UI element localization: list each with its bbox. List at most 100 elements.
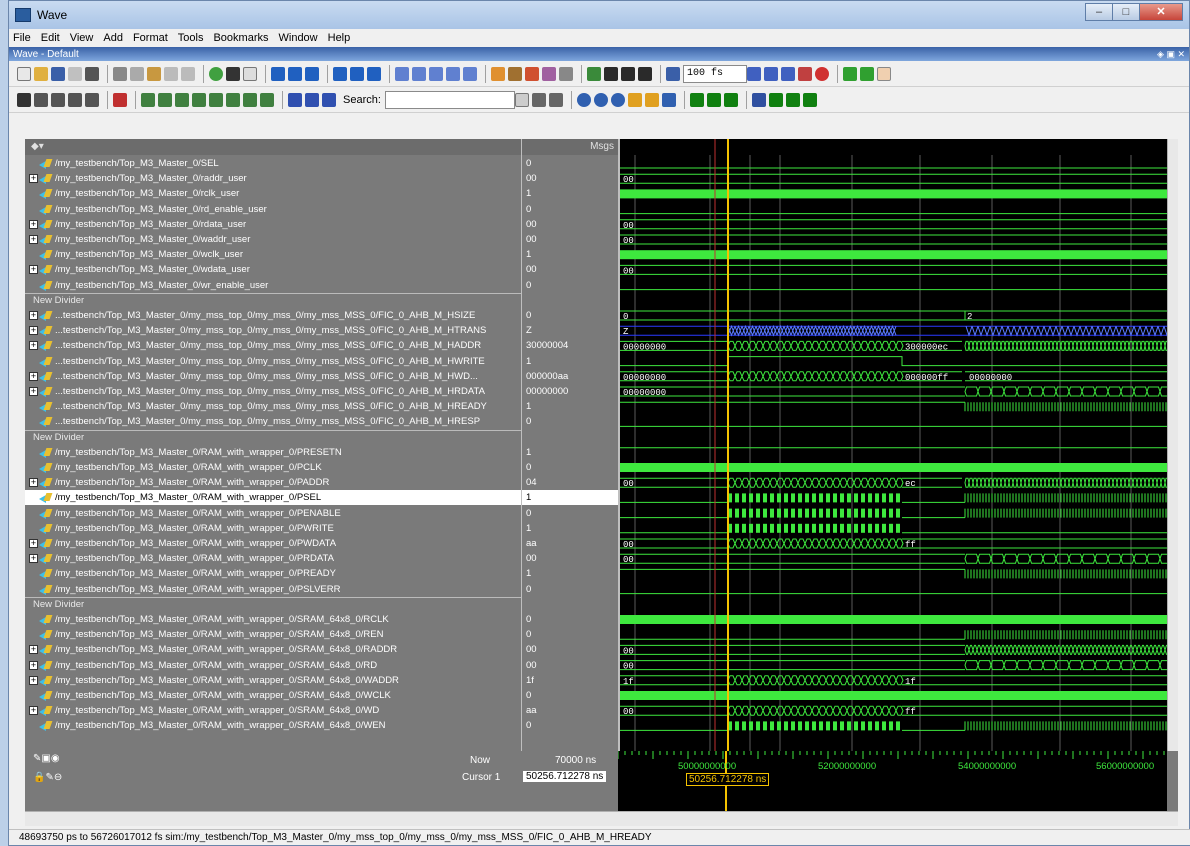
cut-icon[interactable] <box>113 66 127 81</box>
coverage-icon[interactable] <box>542 66 556 81</box>
signal-row[interactable]: + /my_testbench/Top_M3_Master_0/RAM_with_… <box>25 536 521 551</box>
signal-row[interactable]: + ...testbench/Top_M3_Master_0/my_mss_top… <box>25 369 521 384</box>
find-prev-rising-icon[interactable] <box>209 92 223 107</box>
signal-row[interactable]: + /my_testbench/Top_M3_Master_0/RAM_with_… <box>25 673 521 688</box>
delete-cursor-icon[interactable] <box>305 92 319 107</box>
continue-run-icon[interactable] <box>764 66 778 81</box>
signal-row[interactable]: ...testbench/Top_M3_Master_0/my_mss_top_… <box>25 399 521 414</box>
expand-icon[interactable]: + <box>29 219 38 229</box>
signal-row[interactable]: /my_testbench/Top_M3_Master_0/SEL <box>25 156 521 171</box>
expand-icon[interactable]: + <box>29 387 38 396</box>
step-icon[interactable] <box>271 66 285 81</box>
signal-row[interactable]: /my_testbench/Top_M3_Master_0/RAM_with_w… <box>25 460 521 475</box>
signal-row[interactable]: ...testbench/Top_M3_Master_0/my_mss_top_… <box>25 414 521 429</box>
expand-icon[interactable]: + <box>29 265 38 275</box>
run-all-icon[interactable] <box>367 66 381 81</box>
signal-row[interactable]: + ...testbench/Top_M3_Master_0/my_mss_top… <box>25 384 521 399</box>
save-icon[interactable] <box>51 66 65 81</box>
run-all-button-icon[interactable] <box>781 66 795 81</box>
waveform-canvas[interactable]: 000000000 2Z00000000 300000ec0000000000000… <box>620 139 1167 751</box>
cursor-icons[interactable]: 🔒✎⊖ <box>33 772 62 783</box>
print-icon[interactable] <box>85 66 99 81</box>
signal-row[interactable]: /my_testbench/Top_M3_Master_0/rclk_user <box>25 186 521 201</box>
find-next-transition-icon[interactable] <box>260 92 274 107</box>
step-out-icon[interactable] <box>305 66 319 81</box>
run-continue-icon[interactable] <box>463 66 477 81</box>
zoom-full-icon[interactable] <box>610 92 625 107</box>
signal-row[interactable]: + /my_testbench/Top_M3_Master_0/raddr_use… <box>25 171 521 186</box>
select-mode-icon[interactable] <box>17 92 31 107</box>
new-icon[interactable] <box>17 66 31 81</box>
run-length-input[interactable]: 100 fs <box>683 64 747 83</box>
expand-icon[interactable]: + <box>29 478 38 488</box>
cursor-icon[interactable] <box>113 92 127 107</box>
subwindow-controls[interactable]: ◈ ▣ ✕ <box>1157 49 1185 60</box>
run-time-icon[interactable] <box>666 66 680 81</box>
edit-mode-icon[interactable] <box>68 92 82 107</box>
waveform-plot[interactable]: 00 00 00 00 0 2 Z 00000000 300000ec 00000000 00000… <box>618 139 1167 751</box>
open-icon[interactable] <box>34 66 48 81</box>
expand-icon[interactable]: + <box>29 341 38 351</box>
wave-style-1-icon[interactable] <box>689 92 704 107</box>
signal-row[interactable]: + ...testbench/Top_M3_Master_0/my_mss_top… <box>25 323 521 338</box>
compare-icon[interactable] <box>243 66 257 81</box>
up-arrow-icon[interactable] <box>604 66 618 81</box>
copy-icon[interactable] <box>130 66 144 81</box>
signal-row[interactable]: /my_testbench/Top_M3_Master_0/wclk_user <box>25 247 521 262</box>
wave-style-3-icon[interactable] <box>723 92 738 107</box>
run-button-icon[interactable] <box>747 66 761 81</box>
signal-row[interactable]: /my_testbench/Top_M3_Master_0/RAM_with_w… <box>25 506 521 521</box>
hand-icon[interactable] <box>877 66 891 81</box>
signal-row[interactable]: /my_testbench/Top_M3_Master_0/wr_enable_… <box>25 278 521 293</box>
search-prev-icon[interactable] <box>531 92 546 107</box>
wave-style-5-icon[interactable] <box>768 92 783 107</box>
expand-icon[interactable]: + <box>29 235 38 244</box>
wave-style-2-icon[interactable] <box>706 92 721 107</box>
signal-row[interactable]: + /my_testbench/Top_M3_Master_0/RAM_with_… <box>25 475 521 490</box>
search-dropdown-icon[interactable] <box>514 92 529 107</box>
pan-mode-icon[interactable] <box>51 92 65 107</box>
stop-icon[interactable] <box>429 66 443 81</box>
menu-window[interactable]: Window <box>279 32 318 44</box>
menu-tools[interactable]: Tools <box>178 32 204 44</box>
find-next-rising-icon[interactable] <box>226 92 240 107</box>
zoom-region-icon[interactable] <box>644 92 659 107</box>
signal-row[interactable]: /my_testbench/Top_M3_Master_0/RAM_with_w… <box>25 490 521 506</box>
menu-help[interactable]: Help <box>328 32 351 44</box>
zoom-mode-icon[interactable] <box>34 92 48 107</box>
signal-row[interactable]: + /my_testbench/Top_M3_Master_0/RAM_with_… <box>25 658 521 673</box>
assert-icon[interactable] <box>559 66 573 81</box>
signal-row[interactable]: + /my_testbench/Top_M3_Master_0/RAM_with_… <box>25 703 521 718</box>
profile-icon[interactable] <box>525 66 539 81</box>
signal-row[interactable]: + /my_testbench/Top_M3_Master_0/wdata_use… <box>25 262 521 277</box>
reload-icon[interactable] <box>68 66 82 81</box>
signal-row[interactable]: /my_testbench/Top_M3_Master_0/RAM_with_w… <box>25 627 521 642</box>
forward-arrow-icon[interactable] <box>638 66 652 81</box>
divider-row[interactable]: New Divider <box>25 292 521 308</box>
divider-row[interactable]: New Divider <box>25 596 521 612</box>
search-input[interactable] <box>384 90 515 109</box>
back-arrow-icon[interactable] <box>621 66 635 81</box>
signal-row[interactable]: + /my_testbench/Top_M3_Master_0/rdata_use… <box>25 217 521 232</box>
signal-row[interactable]: /my_testbench/Top_M3_Master_0/RAM_with_w… <box>25 688 521 703</box>
wave-style-4-icon[interactable] <box>751 92 766 107</box>
expand-icon[interactable]: + <box>29 660 38 670</box>
divider-row[interactable]: New Divider <box>25 429 521 445</box>
menu-edit[interactable]: Edit <box>41 32 60 44</box>
expand-icon[interactable]: + <box>29 371 38 381</box>
expand-icon[interactable]: + <box>29 645 38 655</box>
vertical-scrollbar[interactable] <box>1167 139 1178 751</box>
break-icon[interactable] <box>412 66 426 81</box>
find-prev-falling-icon[interactable] <box>175 92 189 107</box>
expand-icon[interactable]: + <box>29 706 38 716</box>
lock-cursor-icon[interactable] <box>322 92 336 107</box>
names-header[interactable]: ◆▾ <box>25 139 521 155</box>
memory-icon[interactable] <box>508 66 522 81</box>
restart-icon[interactable] <box>395 66 409 81</box>
menu-add[interactable]: Add <box>103 32 123 44</box>
find-prev-transition-icon[interactable] <box>243 92 257 107</box>
find-next-edge-icon[interactable] <box>158 92 172 107</box>
expand-icon[interactable]: + <box>29 539 38 548</box>
step-over-icon[interactable] <box>288 66 302 81</box>
wave-style-6-icon[interactable] <box>785 92 800 107</box>
